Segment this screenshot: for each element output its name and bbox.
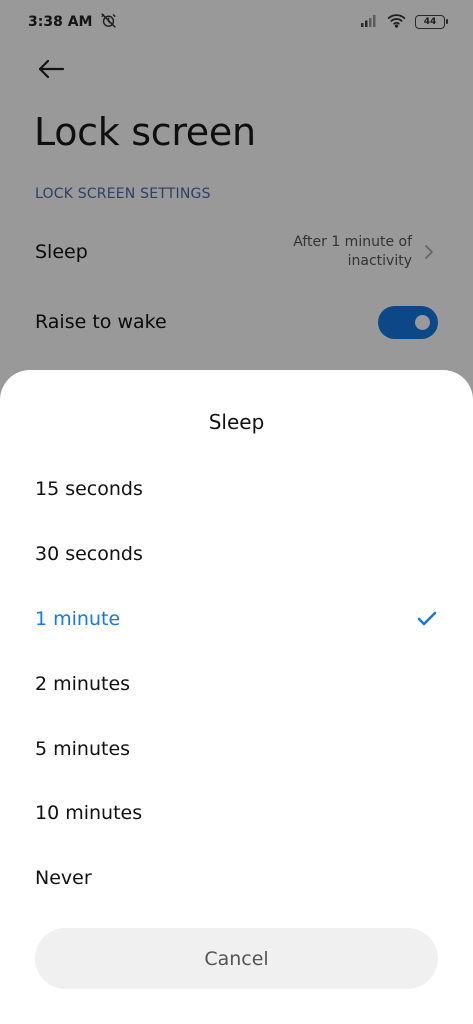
- option-label: 10 minutes: [35, 802, 143, 825]
- screen: 3:38 AM 44 Lock screen LOCK SCREEN SETTI…: [0, 0, 473, 1024]
- option-label: 2 minutes: [35, 672, 131, 695]
- option-10-minutes[interactable]: 10 minutes: [0, 781, 473, 846]
- option-label: Never: [35, 867, 92, 890]
- option-15-seconds[interactable]: 15 seconds: [0, 457, 473, 522]
- option-5-minutes[interactable]: 5 minutes: [0, 716, 473, 781]
- checkmark-icon: [416, 608, 438, 630]
- option-30-seconds[interactable]: 30 seconds: [0, 522, 473, 587]
- cancel-button[interactable]: Cancel: [35, 928, 438, 989]
- sleep-bottom-sheet: Sleep 15 seconds 30 seconds 1 minute 2 m…: [0, 370, 473, 1024]
- option-2-minutes[interactable]: 2 minutes: [0, 651, 473, 716]
- option-label: 30 seconds: [35, 543, 143, 566]
- sheet-title: Sleep: [208, 410, 265, 434]
- option-1-minute[interactable]: 1 minute: [0, 587, 473, 652]
- option-label: 1 minute: [35, 607, 121, 630]
- option-label: 5 minutes: [35, 737, 131, 760]
- option-label: 15 seconds: [35, 478, 143, 501]
- option-never[interactable]: Never: [0, 846, 473, 911]
- sleep-options-list: 15 seconds 30 seconds 1 minute 2 minutes…: [0, 457, 473, 911]
